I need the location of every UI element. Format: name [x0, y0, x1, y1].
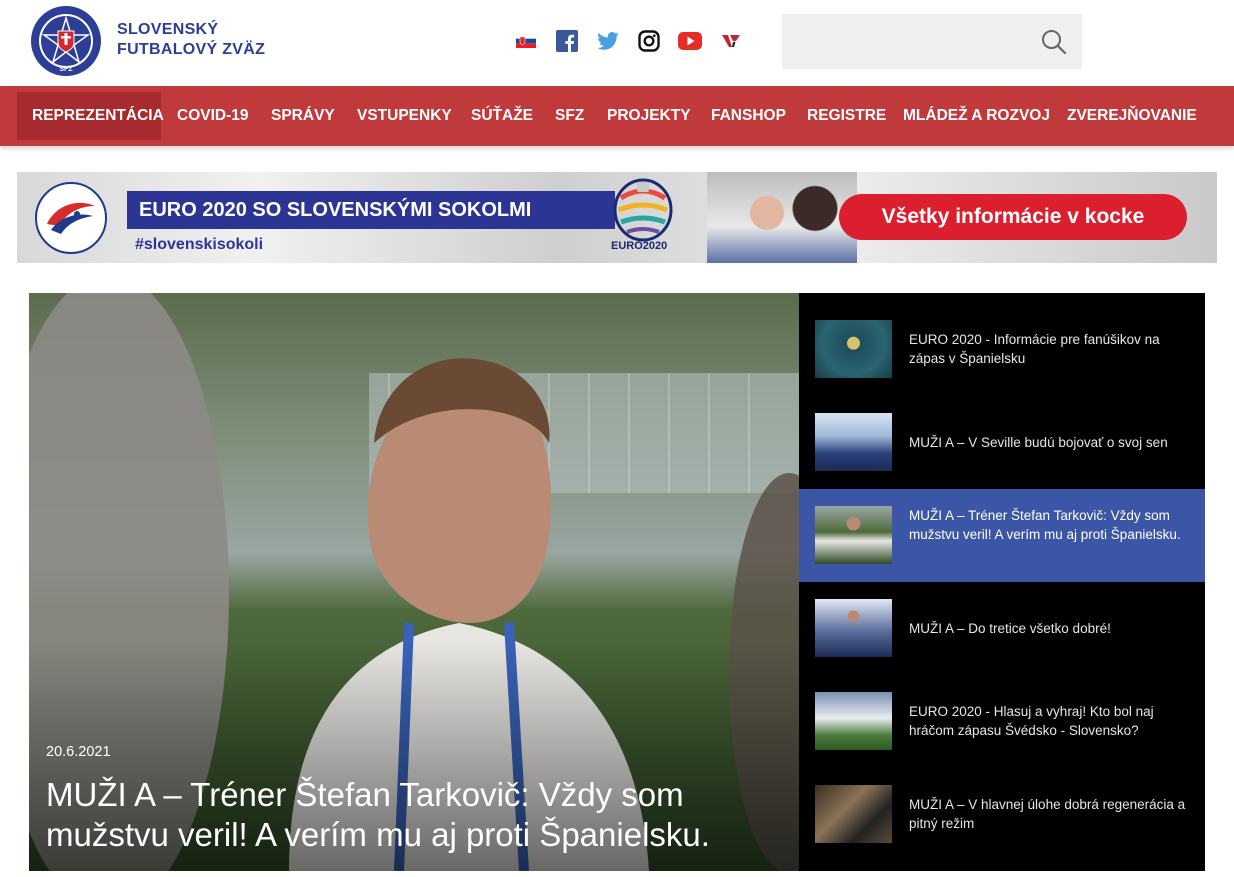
hero-title[interactable]: MUŽI A – Tréner Štefan Tarkovič: Vždy so…: [46, 775, 766, 855]
slovak-flag-icon[interactable]: [512, 29, 540, 53]
side-news-thumb: [815, 785, 892, 843]
side-news-item-active[interactable]: MUŽI A – Tréner Štefan Tarkovič: Vždy so…: [799, 489, 1205, 582]
nav-item-mladez-a-rozvoj[interactable]: MLÁDEŽ A ROZVOJ: [903, 92, 1050, 140]
euro-2020-label: EURO2020: [611, 240, 668, 252]
banner-cta-button[interactable]: Všetky informácie v kocke: [839, 194, 1187, 240]
banner-players-photo: [707, 172, 857, 263]
side-news-thumb: [815, 599, 892, 657]
side-news-title: MUŽI A – V hlavnej úlohe dobrá regenerác…: [909, 797, 1186, 831]
side-news-title: MUŽI A – V Seville budú bojovať o svoj s…: [909, 435, 1168, 450]
youtube-icon[interactable]: [676, 29, 704, 53]
nav-item-zverejnovanie[interactable]: ZVEREJŇOVANIE: [1067, 92, 1197, 140]
search-input[interactable]: [782, 14, 1032, 69]
twitter-icon[interactable]: [594, 29, 622, 53]
nav-item-fanshop[interactable]: FANSHOP: [711, 92, 786, 140]
side-news-title: EURO 2020 - Informácie pre fanúšikov na …: [909, 332, 1160, 366]
search-icon[interactable]: [1040, 28, 1068, 56]
side-news-item[interactable]: MUŽI A – V Seville budú bojovať o svoj s…: [799, 396, 1205, 489]
banner-title: EURO 2020 SO SLOVENSKÝMI SOKOLMI: [139, 199, 532, 221]
side-news-item[interactable]: MUŽI A – Do tretice všetko dobré!: [799, 582, 1205, 675]
sport-brand-icon[interactable]: [717, 29, 745, 53]
side-news-thumb: [815, 320, 892, 378]
instagram-icon[interactable]: [635, 29, 663, 53]
sfz-logo-emblem[interactable]: SFZ: [30, 5, 102, 77]
brand-line-1: SLOVENSKÝ: [117, 21, 219, 38]
side-news-thumb: [815, 692, 892, 750]
sokoli-badge: [35, 182, 107, 254]
side-news-item[interactable]: EURO 2020 - Informácie pre fanúšikov na …: [799, 303, 1205, 396]
brand-line-2: FUTBALOVÝ ZVÄZ: [117, 41, 266, 58]
nav-item-vstupenky[interactable]: VSTUPENKY: [357, 92, 452, 140]
social-links: [512, 28, 758, 54]
sfz-emblem-text: SFZ: [59, 66, 73, 73]
side-news-title: EURO 2020 - Hlasuj a vyhraj! Kto bol naj…: [909, 704, 1154, 738]
brand-name[interactable]: SLOVENSKÝ FUTBALOVÝ ZVÄZ: [117, 20, 265, 60]
nav-item-covid-19[interactable]: COVID-19: [177, 92, 249, 140]
site-header: SFZ SLOVENSKÝ FUTBALOVÝ ZVÄZ: [0, 0, 1234, 86]
side-news-title: MUŽI A – Tréner Štefan Tarkovič: Vždy so…: [909, 508, 1181, 542]
side-news-item[interactable]: MUŽI A – V hlavnej úlohe dobrá regenerác…: [799, 768, 1205, 861]
side-news-title: MUŽI A – Do tretice všetko dobré!: [909, 621, 1111, 636]
nav-item-sfz[interactable]: SFZ: [555, 92, 584, 140]
side-news-thumb: [815, 506, 892, 564]
side-news-item[interactable]: EURO 2020 - Hlasuj a vyhraj! Kto bol naj…: [799, 675, 1205, 768]
search-box: [782, 14, 1082, 69]
nav-item-projekty[interactable]: PROJEKTY: [607, 92, 691, 140]
nav-item-sutaze[interactable]: SÚŤAŽE: [471, 92, 533, 140]
main-nav: REPREZENTÁCIA COVID-19 SPRÁVY VSTUPENKY …: [0, 86, 1234, 146]
hero-article[interactable]: 20.6.2021 MUŽI A – Tréner Štefan Tarkovi…: [29, 293, 799, 871]
banner-hashtag: #slovenskisokoli: [135, 236, 264, 253]
euro-2020-banner[interactable]: EURO 2020 SO SLOVENSKÝMI SOKOLMI #sloven…: [17, 172, 1217, 263]
facebook-icon[interactable]: [553, 29, 581, 53]
nav-item-spravy[interactable]: SPRÁVY: [271, 92, 335, 140]
side-news-thumb: [815, 413, 892, 471]
nav-item-registre[interactable]: REGISTRE: [807, 92, 886, 140]
side-news-list: EURO 2020 - Informácie pre fanúšikov na …: [799, 293, 1205, 871]
hero-date: 20.6.2021: [46, 744, 111, 760]
nav-item-reprezentacia[interactable]: REPREZENTÁCIA: [17, 92, 164, 140]
